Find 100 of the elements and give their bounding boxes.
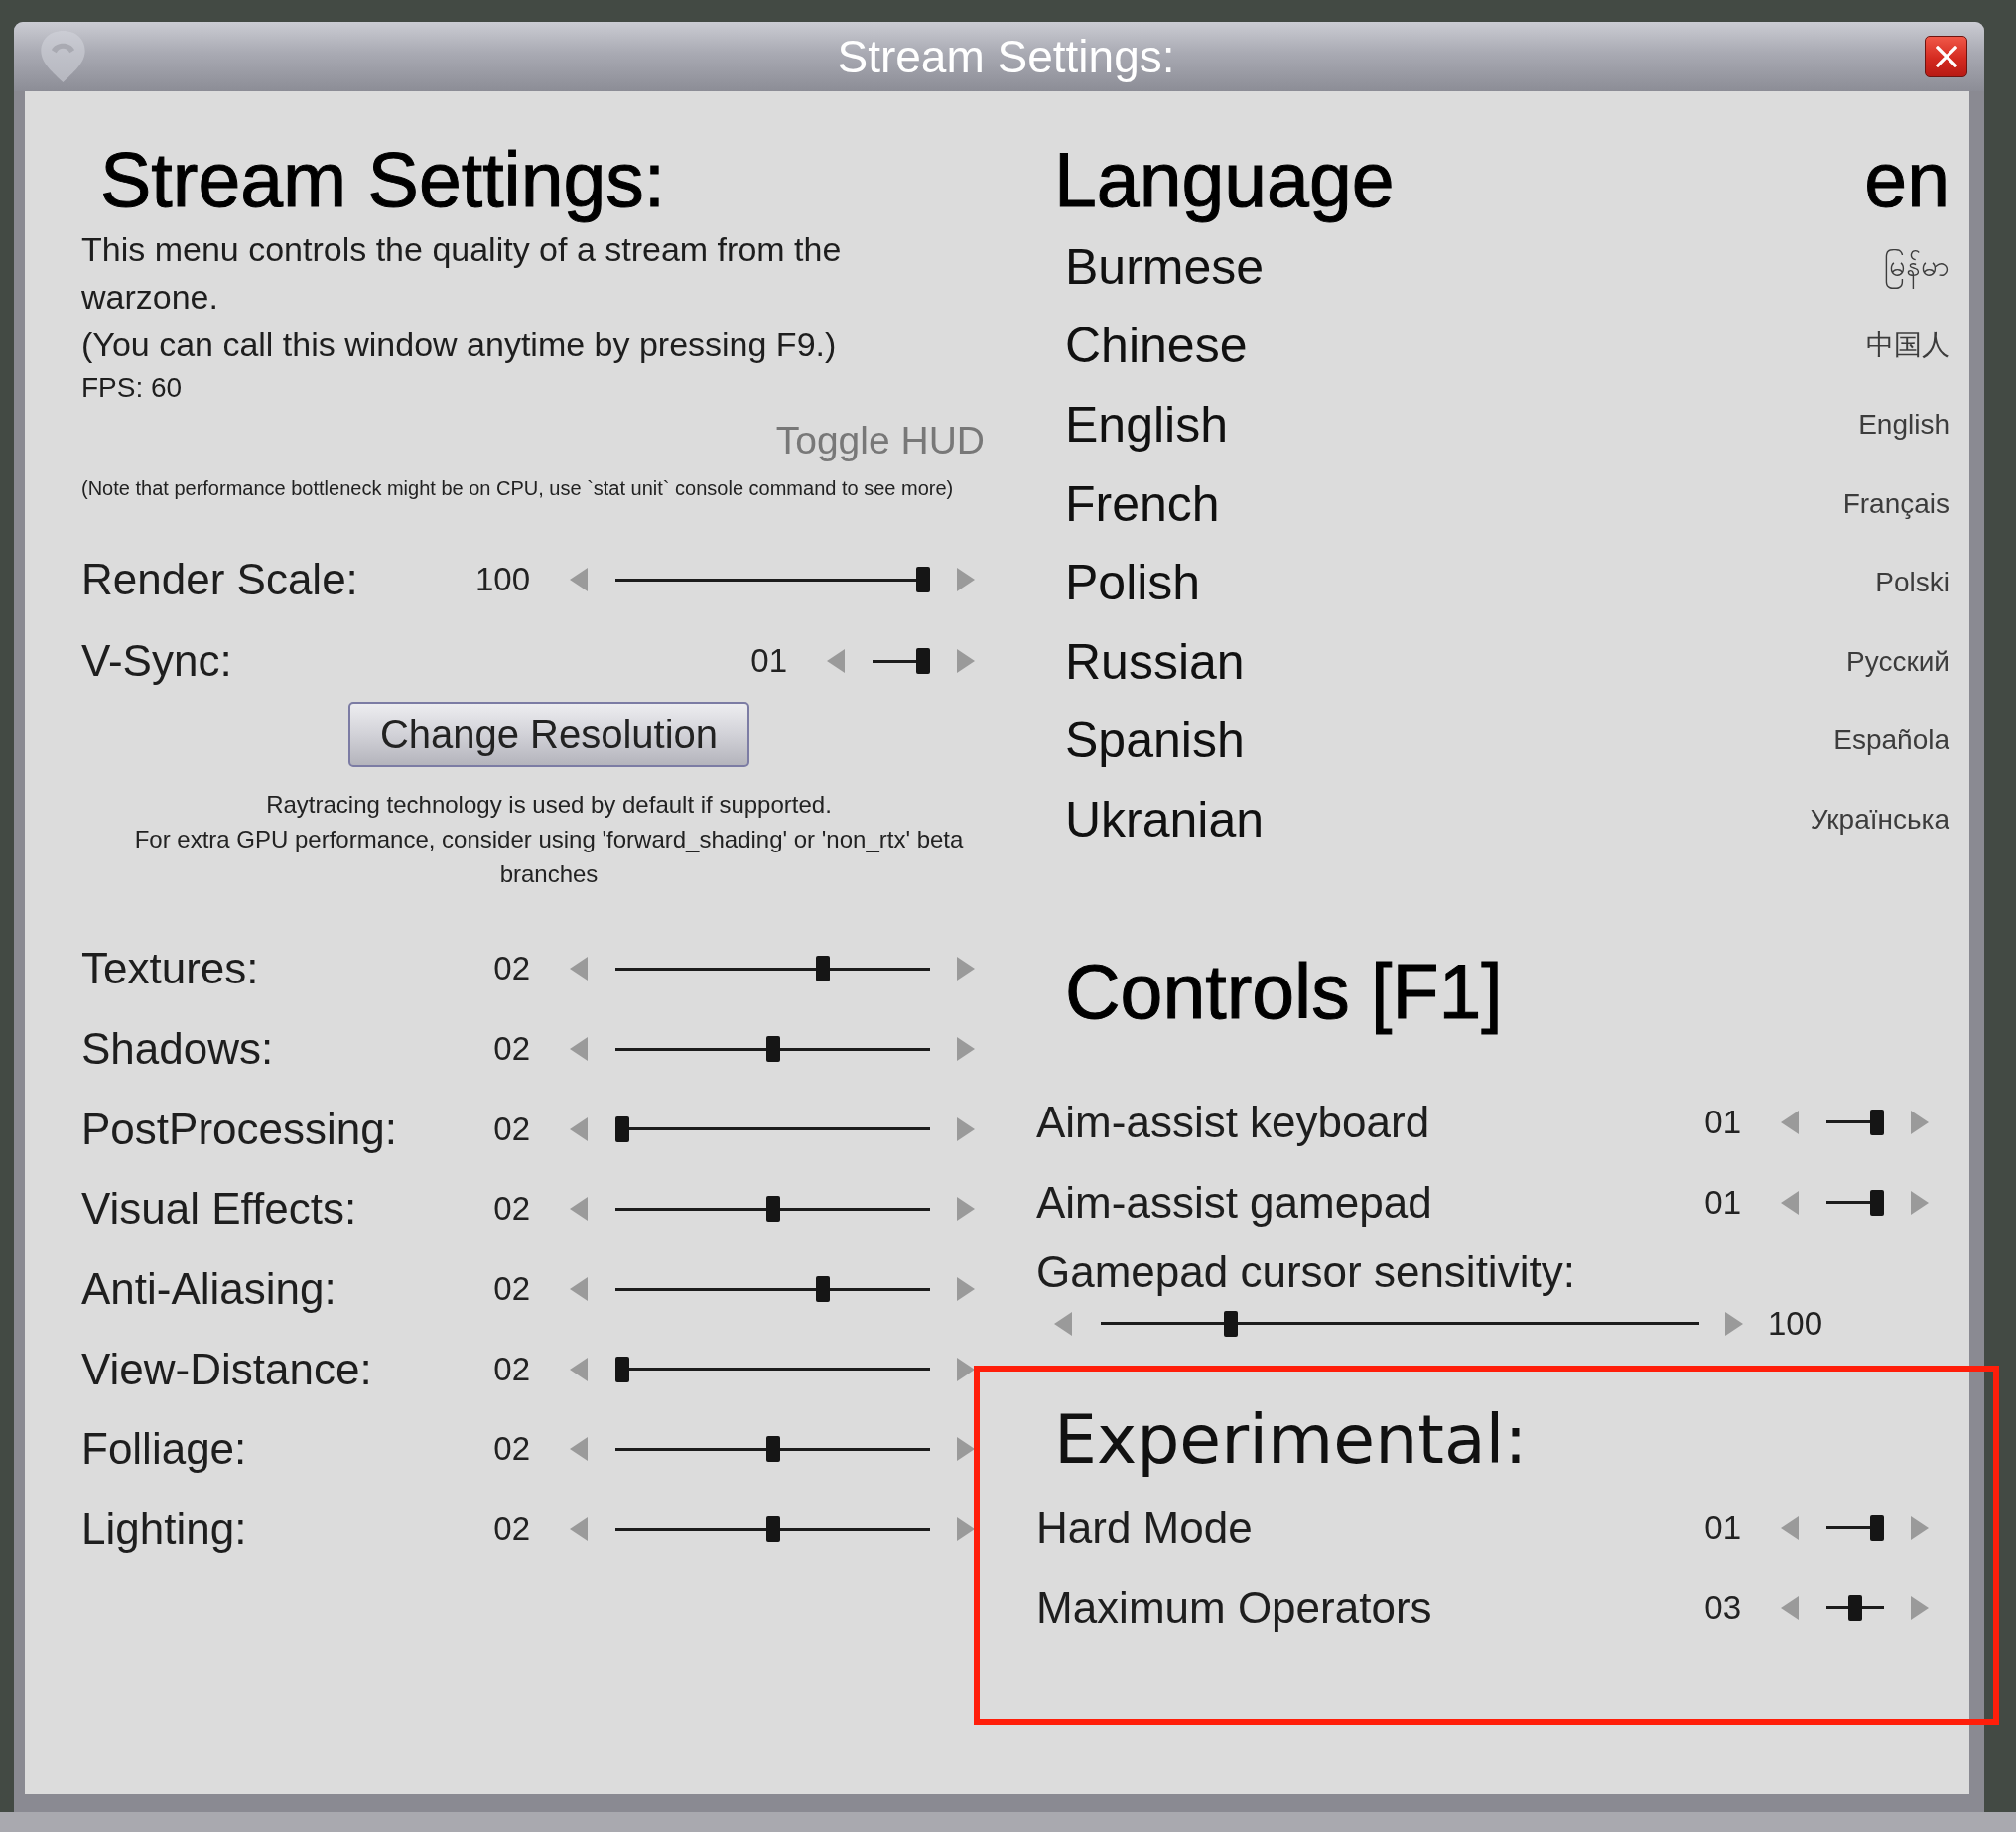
right-arrow-icon[interactable]	[957, 1437, 975, 1462]
section-heading: Stream Settings:	[99, 136, 667, 223]
right-arrow-icon[interactable]	[957, 649, 975, 673]
change-resolution-button[interactable]: Change Resolution	[348, 702, 749, 767]
setting-label: Hard Mode	[1036, 1502, 1253, 1554]
setting-value: 01	[1703, 1507, 1741, 1548]
close-icon	[1935, 46, 1957, 67]
setting-label: Shadows:	[81, 1023, 274, 1076]
left-arrow-icon[interactable]	[570, 1517, 588, 1542]
setting-value: 02	[492, 1189, 530, 1230]
right-arrow-icon[interactable]	[1725, 1311, 1743, 1336]
note-text: (Note that performance bottleneck might be on CPU, use `stat unit` console command to see more)	[81, 476, 955, 501]
language-option[interactable]: Chinese	[1065, 316, 1248, 376]
setting-label: Visual Effects:	[81, 1183, 357, 1236]
right-arrow-icon[interactable]	[1911, 1515, 1929, 1540]
left-arrow-icon[interactable]	[570, 957, 588, 981]
language-option[interactable]: Polish	[1065, 553, 1201, 613]
language-option[interactable]: French	[1065, 473, 1220, 534]
left-arrow-icon[interactable]	[1781, 1515, 1799, 1540]
setting-value: 02	[492, 1269, 530, 1310]
setting-value: 01	[749, 641, 787, 681]
native-language-name: Polski	[1875, 566, 1949, 600]
section-heading: Language	[1054, 136, 1395, 223]
left-arrow-icon[interactable]	[1781, 1595, 1799, 1620]
slider-thumb[interactable]	[816, 956, 831, 982]
right-arrow-icon[interactable]	[1911, 1190, 1929, 1215]
setting-label: Aim-assist keyboard	[1036, 1096, 1430, 1148]
language-option[interactable]: English	[1065, 395, 1228, 455]
native-language-name: Français	[1842, 486, 1949, 521]
setting-label: Aim-assist gamepad	[1036, 1176, 1432, 1229]
right-arrow-icon[interactable]	[957, 957, 975, 981]
left-arrow-icon[interactable]	[570, 1037, 588, 1062]
setting-label: Lighting:	[81, 1504, 247, 1556]
language-option[interactable]: Russian	[1065, 631, 1245, 692]
slider-thumb[interactable]	[615, 1356, 629, 1382]
setting-label: Anti-Aliasing:	[81, 1263, 336, 1316]
setting-label: Folliage:	[81, 1423, 247, 1476]
right-arrow-icon[interactable]	[1911, 1595, 1929, 1620]
slider-thumb[interactable]	[916, 567, 930, 592]
left-arrow-icon[interactable]	[827, 649, 845, 673]
setting-value: 02	[492, 1429, 530, 1470]
setting-value: 02	[492, 1509, 530, 1550]
left-arrow-icon[interactable]	[1054, 1311, 1072, 1336]
hint-text: (You can call this window anytime by pressing F9.)	[81, 325, 838, 365]
left-arrow-icon[interactable]	[570, 568, 588, 591]
slider-thumb[interactable]	[765, 1196, 780, 1223]
slider-thumb[interactable]	[765, 1036, 780, 1063]
left-arrow-icon[interactable]	[1781, 1190, 1799, 1215]
setting-label: PostProcessing:	[81, 1103, 397, 1155]
setting-value: 02	[492, 1349, 530, 1389]
native-language-name: Русский	[1846, 644, 1949, 679]
language-option[interactable]: Spanish	[1065, 711, 1245, 771]
current-language-code: en	[1864, 136, 1949, 223]
native-language-name: English	[1858, 408, 1949, 442]
setting-label: Maximum Operators	[1036, 1581, 1432, 1634]
slider-thumb[interactable]	[816, 1276, 831, 1303]
slider-thumb[interactable]	[1870, 1189, 1884, 1216]
left-arrow-icon[interactable]	[570, 1277, 588, 1302]
right-arrow-icon[interactable]	[957, 1517, 975, 1542]
raytracing-note: Raytracing technology is used by default if supported. For extra GPU performance, consider using 'forward_shading' or 'non_rtx' beta branches	[133, 790, 965, 889]
left-arrow-icon[interactable]	[570, 1357, 588, 1381]
left-arrow-icon[interactable]	[570, 1437, 588, 1462]
slider-thumb[interactable]	[1223, 1310, 1238, 1337]
right-arrow-icon[interactable]	[957, 1197, 975, 1222]
setting-value: 02	[492, 1029, 530, 1070]
setting-value: 02	[492, 1109, 530, 1149]
setting-value: 02	[492, 949, 530, 989]
setting-value: 01	[1703, 1182, 1741, 1223]
setting-label: V-Sync:	[81, 635, 232, 687]
right-arrow-icon[interactable]	[1911, 1110, 1929, 1134]
right-arrow-icon[interactable]	[957, 568, 975, 591]
setting-label: Gamepad cursor sensitivity:	[1036, 1245, 1576, 1298]
slider-thumb[interactable]	[1848, 1594, 1862, 1621]
language-option[interactable]: Burmese	[1065, 236, 1265, 297]
right-arrow-icon[interactable]	[957, 1357, 975, 1381]
native-language-name: Українська	[1810, 802, 1949, 837]
close-button[interactable]	[1925, 36, 1967, 77]
setting-label: View-Distance:	[81, 1343, 372, 1395]
right-arrow-icon[interactable]	[957, 1277, 975, 1302]
left-arrow-icon[interactable]	[570, 1197, 588, 1222]
right-arrow-icon[interactable]	[957, 1037, 975, 1062]
slider-thumb[interactable]	[916, 648, 930, 674]
fps-counter: FPS: 60	[81, 371, 184, 405]
setting-value: 100	[473, 560, 530, 599]
description-text: This menu controls the quality of a stream from the warzone.	[81, 229, 843, 318]
section-heading: Controls [F1]	[1064, 947, 1503, 1035]
slider-thumb[interactable]	[1870, 1109, 1884, 1135]
slider-thumb[interactable]	[765, 1436, 780, 1463]
native-language-name: 中国人	[1866, 328, 1949, 363]
window-title: Stream Settings:	[836, 30, 1176, 84]
right-arrow-icon[interactable]	[957, 1116, 975, 1141]
language-option[interactable]: Ukranian	[1065, 789, 1265, 850]
left-arrow-icon[interactable]	[1781, 1110, 1799, 1134]
slider-thumb[interactable]	[765, 1516, 780, 1543]
pin-icon	[39, 30, 87, 83]
left-arrow-icon[interactable]	[570, 1116, 588, 1141]
slider-thumb[interactable]	[615, 1115, 629, 1142]
setting-label: Render Scale:	[81, 554, 358, 605]
setting-label: Textures:	[81, 943, 259, 995]
slider-thumb[interactable]	[1870, 1514, 1884, 1541]
